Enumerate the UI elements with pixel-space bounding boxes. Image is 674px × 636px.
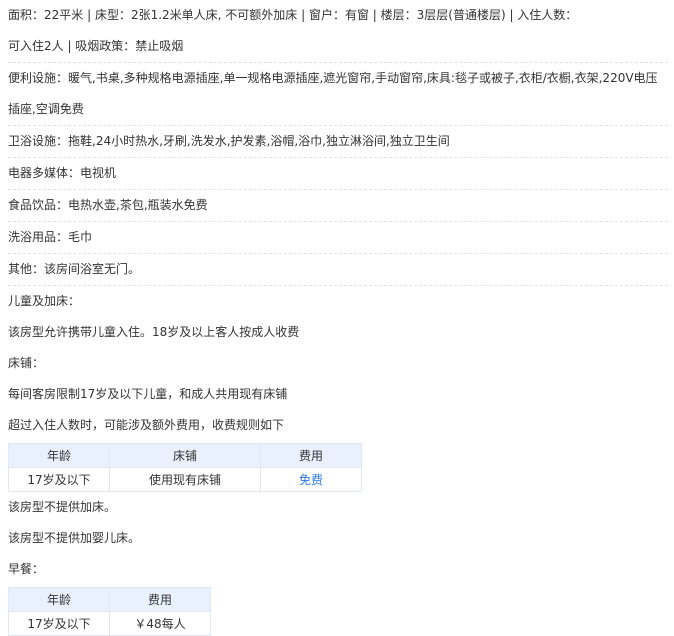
facility-value: 电热水壶,茶包,瓶装水免费 [68, 198, 208, 212]
facility-label: 洗浴用品： [8, 230, 69, 244]
table-row: 17岁及以下 使用现有床铺 免费 [8, 467, 362, 492]
table-header-row: 年龄 床铺 费用 [8, 443, 362, 468]
table-header-row: 年龄 费用 [8, 587, 211, 612]
no-crib: 该房型不提供加婴儿床。 [8, 531, 141, 545]
cell-age: 17岁及以下 [8, 611, 110, 636]
facility-label: 便利设施： [8, 71, 69, 85]
children-fee-table: 年龄 床铺 费用 17岁及以下 使用现有床铺 免费 [8, 443, 362, 492]
facility-toiletries: 洗浴用品：毛巾 [8, 222, 668, 254]
cell-bed: 使用现有床铺 [109, 467, 261, 492]
facility-label: 卫浴设施： [8, 134, 69, 148]
facility-bathroom: 卫浴设施：拖鞋,24小时热水,牙刷,洗发水,护发素,浴帽,浴巾,独立淋浴间,独立… [8, 126, 668, 158]
extra-fee-desc: 超过入住人数时，可能涉及额外费用，收费规则如下 [8, 418, 285, 432]
column-header-age: 年龄 [8, 587, 110, 612]
room-details: 面积：22平米 | 床型：2张1.2米单人床, 不可额外加床 | 窗户：有窗 |… [8, 0, 668, 636]
room-info-line-1: 面积：22平米 | 床型：2张1.2米单人床, 不可额外加床 | 窗户：有窗 |… [8, 8, 578, 22]
children-title: 儿童及加床： [8, 294, 81, 308]
facility-value: 暖气,书桌,多种规格电源插座,单一规格电源插座,遮光窗帘,手动窗帘,床具:毯子或… [8, 71, 658, 116]
column-header-age: 年龄 [8, 443, 110, 468]
facility-value: 电视机 [80, 166, 117, 180]
column-header-fee: 费用 [109, 587, 211, 612]
facility-value: 该房间浴室无门。 [44, 262, 141, 276]
cell-fee: ￥48每人 [109, 611, 211, 636]
facility-food: 食品饮品：电热水壶,茶包,瓶装水免费 [8, 190, 668, 222]
facility-label: 电器多媒体： [8, 166, 81, 180]
room-info-line-2: 可入住2人 | 吸烟政策：禁止吸烟 [8, 31, 668, 63]
no-extra-bed: 该房型不提供加床。 [8, 500, 117, 514]
facility-label: 其他： [8, 262, 45, 276]
column-header-fee: 费用 [260, 443, 362, 468]
facility-other: 其他：该房间浴室无门。 [8, 254, 668, 286]
breakfast-fee-table: 年龄 费用 17岁及以下 ￥48每人 [8, 587, 211, 636]
facility-convenience: 便利设施：暖气,书桌,多种规格电源插座,单一规格电源插座,遮光窗帘,手动窗帘,床… [8, 63, 668, 126]
bed-desc: 每间客房限制17岁及以下儿童，和成人共用现有床铺 [8, 387, 288, 401]
facility-value: 毛巾 [68, 230, 93, 244]
cell-fee: 免费 [260, 467, 362, 492]
children-desc: 该房型允许携带儿童入住。18岁及以上客人按成人收费 [8, 325, 300, 339]
cell-age: 17岁及以下 [8, 467, 110, 492]
table-row: 17岁及以下 ￥48每人 [8, 611, 211, 636]
breakfast-title: 早餐： [8, 562, 45, 576]
facility-media: 电器多媒体：电视机 [8, 158, 668, 190]
bed-title: 床铺： [8, 356, 45, 370]
facility-value: 拖鞋,24小时热水,牙刷,洗发水,护发素,浴帽,浴巾,独立淋浴间,独立卫生间 [68, 134, 450, 148]
column-header-bed: 床铺 [109, 443, 261, 468]
facility-label: 食品饮品： [8, 198, 69, 212]
